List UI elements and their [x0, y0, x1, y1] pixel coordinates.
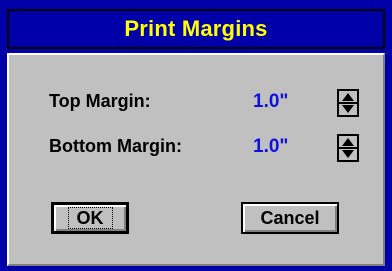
dialog-title: Print Margins	[124, 16, 268, 41]
top-margin-down-arrow-icon[interactable]	[341, 104, 355, 114]
top-margin-label: Top Margin:	[49, 91, 151, 111]
bottom-margin-down-arrow-icon[interactable]	[341, 149, 355, 159]
top-margin-row: Top Margin: 1.0"	[9, 89, 383, 117]
title-bar: Print Margins	[7, 9, 385, 49]
dialog-body: Top Margin: 1.0" Bottom Margin: 1.0" OK …	[7, 53, 385, 266]
bottom-margin-label: Bottom Margin:	[49, 136, 182, 156]
bottom-margin-spinner[interactable]	[337, 134, 359, 162]
top-margin-up-arrow-icon[interactable]	[341, 92, 355, 102]
ok-button-label: OK	[67, 207, 113, 229]
top-margin-value: 1.0"	[253, 91, 289, 112]
bottom-margin-up-arrow-icon[interactable]	[341, 137, 355, 147]
bottom-margin-row: Bottom Margin: 1.0"	[9, 134, 383, 162]
cancel-button-label: Cancel	[260, 207, 320, 228]
cancel-button[interactable]: Cancel	[241, 202, 339, 234]
bottom-margin-value: 1.0"	[253, 136, 289, 157]
top-margin-spinner[interactable]	[337, 89, 359, 117]
ok-button[interactable]: OK	[51, 202, 129, 234]
print-margins-dialog: Print Margins Top Margin: 1.0" Bottom Ma…	[0, 0, 392, 271]
